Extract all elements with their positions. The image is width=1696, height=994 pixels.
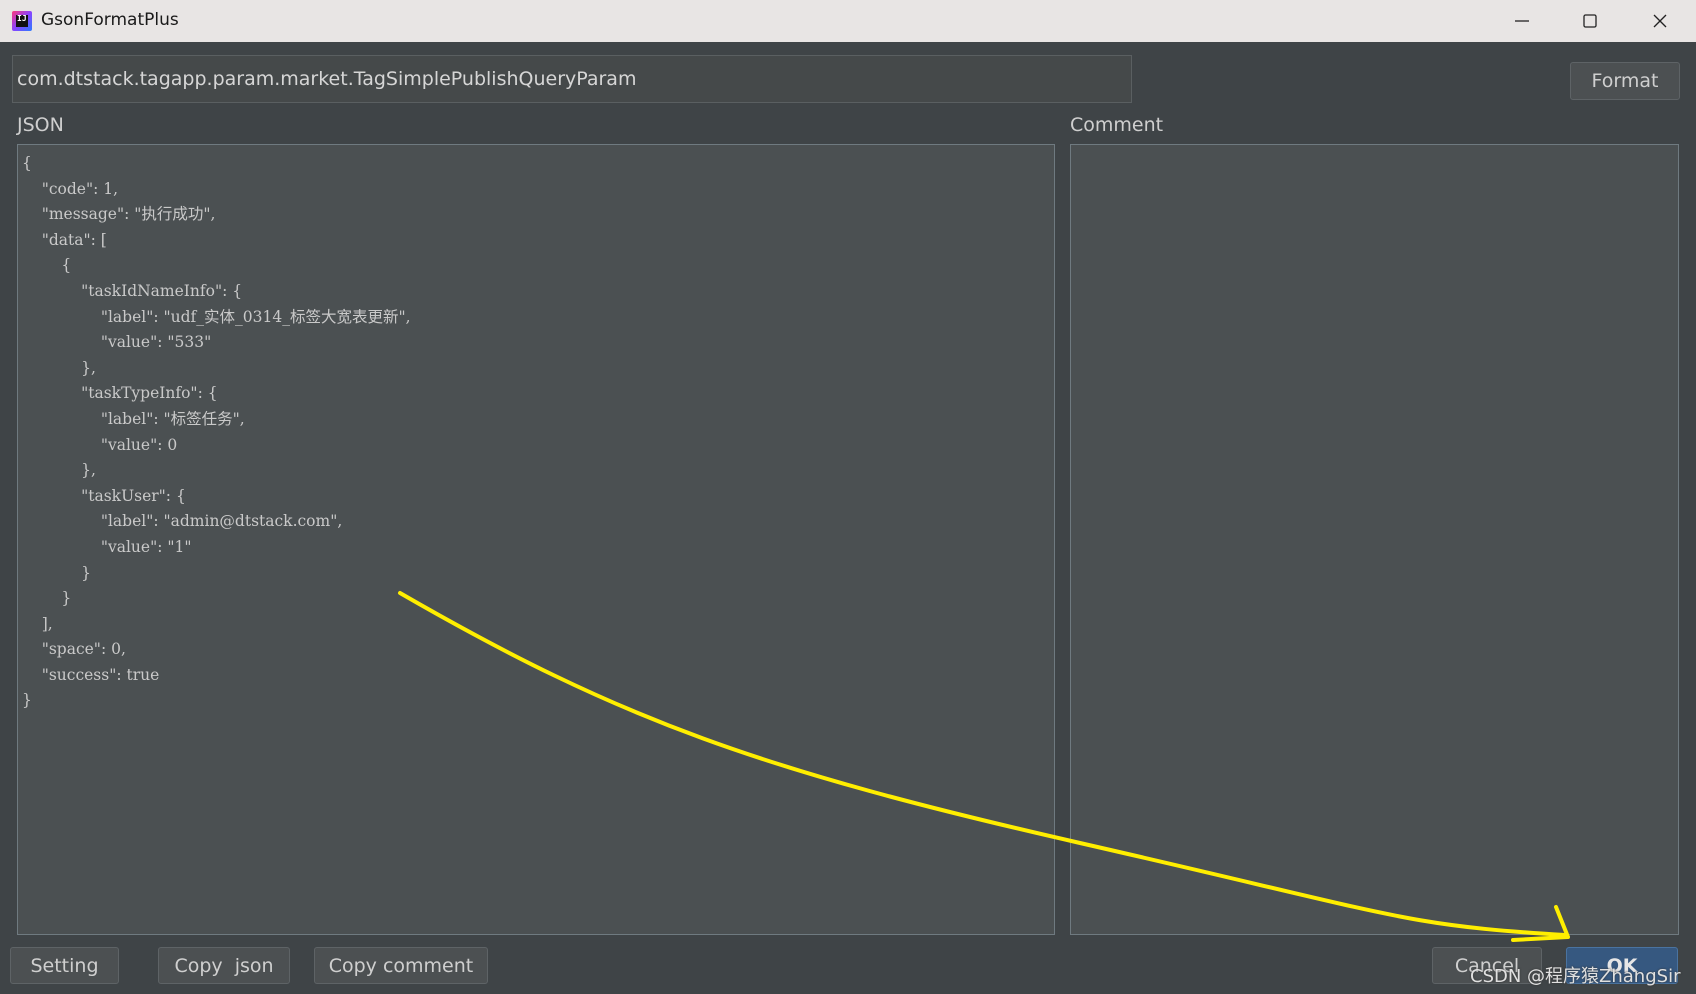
minimize-button[interactable] <box>1487 0 1557 42</box>
close-icon <box>1653 14 1667 28</box>
window-title: GsonFormatPlus <box>41 10 179 30</box>
class-name-input[interactable]: com.dtstack.tagapp.param.market.TagSimpl… <box>12 55 1132 103</box>
maximize-icon <box>1583 14 1597 28</box>
comment-label: Comment <box>1070 114 1164 136</box>
close-button[interactable] <box>1625 0 1695 42</box>
intellij-app-icon: IJ <box>12 11 32 31</box>
json-content: { "code": 1, "message": "执行成功", "data": … <box>22 154 411 710</box>
setting-button[interactable]: Setting <box>10 947 119 984</box>
json-text-area[interactable]: { "code": 1, "message": "执行成功", "data": … <box>17 144 1055 935</box>
copy-json-button[interactable]: Copy json <box>158 947 290 984</box>
minimize-icon <box>1515 20 1529 22</box>
copy-comment-button[interactable]: Copy comment <box>314 947 488 984</box>
comment-text-area[interactable] <box>1070 144 1679 935</box>
gson-format-window: IJ GsonFormatPlus com.dtstack.tagapp.par… <box>0 0 1696 994</box>
watermark: CSDN @程序猿ZhangSir <box>1470 966 1681 987</box>
format-button[interactable]: Format <box>1570 62 1680 100</box>
maximize-button[interactable] <box>1555 0 1625 42</box>
json-label: JSON <box>17 114 64 136</box>
title-bar: IJ GsonFormatPlus <box>0 0 1696 42</box>
